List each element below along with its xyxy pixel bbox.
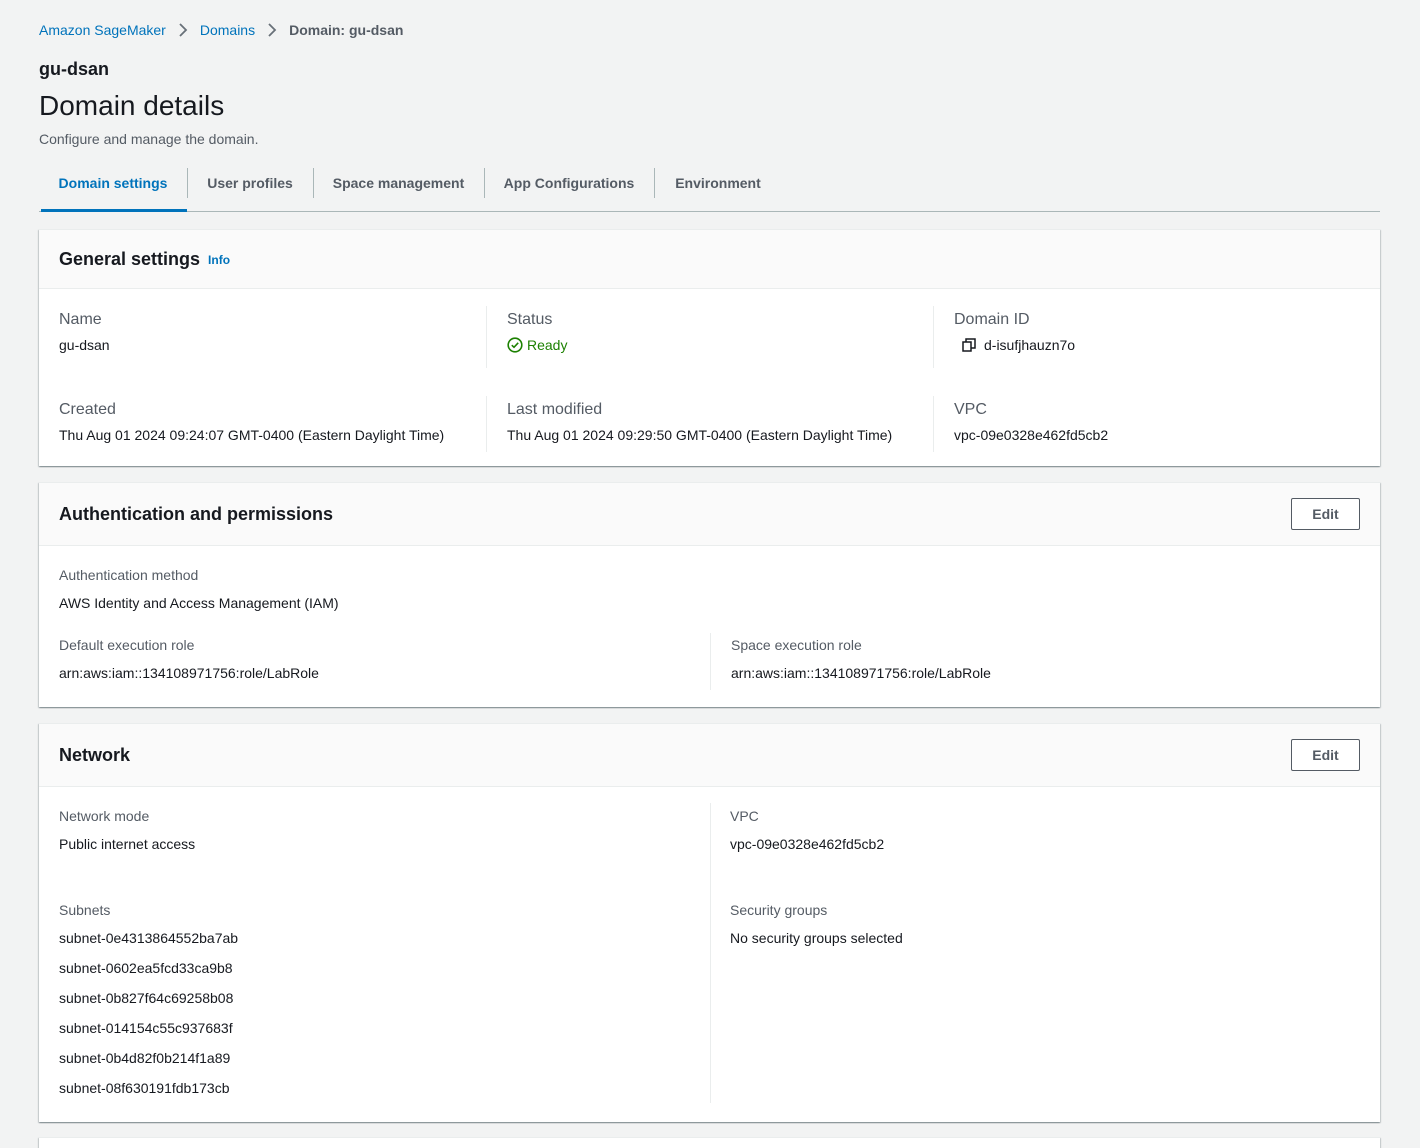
subnet-item: subnet-0e4313864552ba7ab	[59, 930, 239, 946]
name-value: gu-dsan	[59, 337, 110, 353]
kv-security-groups: Security groups No security groups selec…	[730, 900, 903, 948]
success-check-icon	[507, 337, 523, 353]
name-label: Name	[59, 311, 102, 328]
kv-network-vpc: VPC vpc-09e0328e462fd5cb2	[730, 806, 884, 854]
space-role-label: Space execution role	[731, 637, 862, 653]
status-value: Ready	[507, 335, 933, 355]
subnet-list: subnet-0e4313864552ba7ab subnet-0602ea5f…	[59, 928, 238, 1108]
kv-domain-id: Domain ID d-isufjhauzn7o	[933, 306, 1380, 368]
kv-default-role: Default execution role arn:aws:iam::1341…	[59, 635, 319, 683]
general-settings-panel: General settings Info Name gu-dsan Statu…	[39, 229, 1380, 466]
kv-last-modified: Last modified Thu Aug 01 2024 09:29:50 G…	[486, 396, 933, 452]
kv-vpc: VPC vpc-09e0328e462fd5cb2	[933, 396, 1380, 452]
vpc-label: VPC	[954, 401, 987, 418]
network-header: Network Edit	[39, 724, 1380, 787]
page-description: Configure and manage the domain.	[39, 131, 259, 147]
security-groups-value: No security groups selected	[730, 930, 903, 946]
tab-label: Environment	[675, 175, 761, 191]
subnet-item: subnet-0b827f64c69258b08	[59, 990, 234, 1006]
domain-id-label: Domain ID	[954, 311, 1030, 328]
kv-created: Created Thu Aug 01 2024 09:24:07 GMT-040…	[39, 400, 486, 458]
created-value: Thu Aug 01 2024 09:24:07 GMT-0400 (Easte…	[59, 427, 445, 443]
domain-id-value: d-isufjhauzn7o	[954, 335, 1380, 355]
tab-label: Domain settings	[58, 175, 168, 191]
subnets-label: Subnets	[59, 902, 111, 918]
vpc-value: vpc-09e0328e462fd5cb2	[954, 427, 1109, 443]
breadcrumb-current: Domain: gu-dsan	[289, 22, 404, 38]
status-label: Status	[507, 311, 553, 328]
default-role-value: arn:aws:iam::134108971756:role/LabRole	[59, 665, 319, 681]
network-panel: Network Edit Network mode Public interne…	[39, 723, 1380, 1122]
info-link[interactable]: Info	[208, 253, 230, 267]
tab-user-profiles[interactable]: User profiles	[187, 165, 313, 211]
breadcrumb-link-domains[interactable]: Domains	[200, 22, 255, 38]
space-role-value: arn:aws:iam::134108971756:role/LabRole	[731, 665, 991, 681]
network-divider	[710, 803, 711, 1103]
last-modified-value: Thu Aug 01 2024 09:29:50 GMT-0400 (Easte…	[507, 427, 893, 443]
network-vpc-value: vpc-09e0328e462fd5cb2	[730, 836, 885, 852]
general-settings-header: General settings Info	[39, 230, 1380, 289]
tab-bar: Domain settings User profiles Space mana…	[39, 165, 1380, 212]
network-vpc-label: VPC	[730, 808, 759, 824]
tab-label: App Configurations	[503, 175, 635, 191]
auth-edit-button[interactable]: Edit	[1291, 498, 1360, 530]
domain-name-heading: gu-dsan	[39, 59, 109, 79]
tab-label: User profiles	[207, 175, 293, 191]
tab-domain-settings[interactable]: Domain settings	[39, 165, 187, 212]
network-title: Network	[59, 744, 131, 765]
network-edit-button[interactable]: Edit	[1291, 739, 1360, 771]
tab-app-configurations[interactable]: App Configurations	[484, 165, 654, 211]
network-mode-label: Network mode	[59, 808, 150, 824]
created-label: Created	[59, 401, 116, 418]
auth-header: Authentication and permissions Edit	[39, 483, 1380, 546]
auth-permissions-panel: Authentication and permissions Edit Auth…	[39, 482, 1380, 707]
default-role-label: Default execution role	[59, 637, 195, 653]
subnet-item: subnet-08f630191fdb173cb	[59, 1080, 230, 1096]
subnet-item: subnet-014154c55c937683f	[59, 1020, 233, 1036]
page-title: Domain details	[39, 90, 225, 121]
domain-id-text: d-isufjhauzn7o	[984, 337, 1076, 353]
kv-status: Status Ready	[486, 306, 933, 368]
breadcrumb-link-sagemaker[interactable]: Amazon SageMaker	[39, 22, 166, 38]
breadcrumb: Amazon SageMaker Domains Domain: gu-dsan	[39, 20, 403, 40]
kv-auth-method: Authentication method AWS Identity and A…	[59, 565, 339, 613]
subnet-item: subnet-0b4d82f0b214f1a89	[59, 1050, 231, 1066]
subnet-item: subnet-0602ea5fcd33ca9b8	[59, 960, 233, 976]
chevron-right-icon	[261, 20, 283, 40]
kv-name: Name gu-dsan	[39, 310, 486, 368]
kv-space-role: Space execution role arn:aws:iam::134108…	[710, 633, 991, 690]
tab-environment[interactable]: Environment	[654, 165, 782, 211]
auth-method-label: Authentication method	[59, 567, 199, 583]
tab-space-management[interactable]: Space management	[313, 165, 484, 211]
chevron-right-icon	[172, 20, 194, 40]
auth-title: Authentication and permissions	[59, 503, 334, 524]
tab-label: Space management	[332, 175, 465, 191]
network-mode-value: Public internet access	[59, 836, 196, 852]
general-settings-title: General settings	[59, 248, 201, 269]
kv-subnets: Subnets subnet-0e4313864552ba7ab subnet-…	[59, 900, 238, 1108]
status-text: Ready	[527, 337, 568, 353]
kv-network-mode: Network mode Public internet access	[59, 806, 195, 854]
last-modified-label: Last modified	[507, 401, 603, 418]
security-groups-label: Security groups	[730, 902, 828, 918]
auth-method-value: AWS Identity and Access Management (IAM)	[59, 595, 339, 611]
copy-icon[interactable]	[962, 338, 976, 352]
